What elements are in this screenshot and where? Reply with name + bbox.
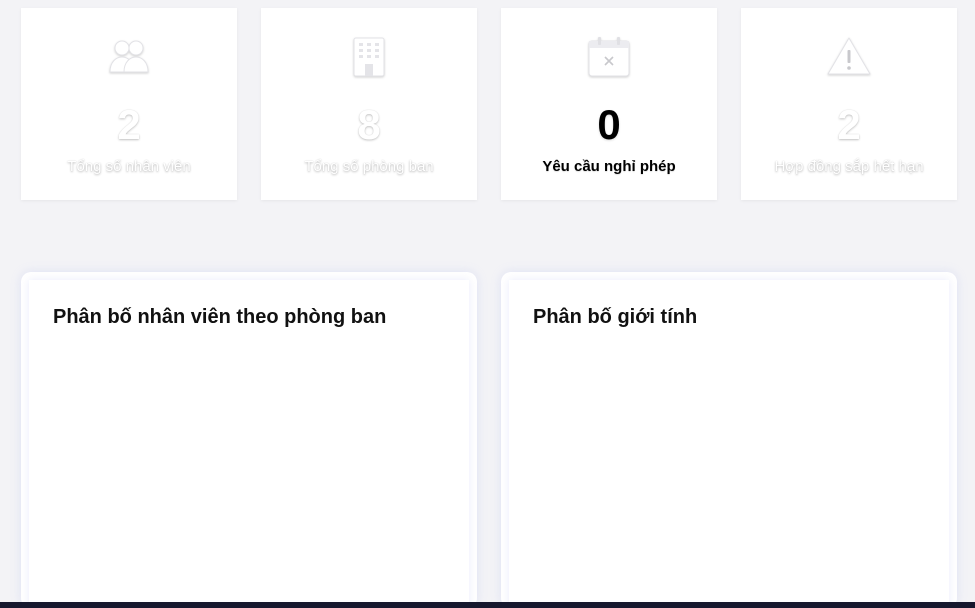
panel-body: Phân bố nhân viên theo phòng ban bbox=[29, 280, 469, 608]
stat-value: 0 bbox=[597, 101, 621, 148]
department-distribution-panel: Phân bố nhân viên theo phòng ban bbox=[21, 272, 477, 608]
panel-title: Phân bố nhân viên theo phòng ban bbox=[53, 306, 387, 328]
panel-title: Phân bố giới tính bbox=[533, 306, 698, 328]
building-icon bbox=[261, 36, 477, 80]
stat-card-expiring-contracts[interactable]: 2 Hợp đồng sắp hết hạn bbox=[741, 8, 957, 200]
bottom-bar bbox=[0, 602, 975, 608]
stat-value: 2 bbox=[837, 101, 861, 148]
calendar-cancel-icon bbox=[501, 36, 717, 80]
stat-value: 2 bbox=[117, 101, 141, 148]
stats-row: 2 Tổng số nhân viên 8 Tổng số phòng ban bbox=[21, 8, 957, 200]
stat-card-leave-requests[interactable]: 0 Yêu cầu nghỉ phép bbox=[501, 8, 717, 200]
gender-chart-area bbox=[529, 350, 929, 598]
stat-card-departments[interactable]: 8 Tổng số phòng ban bbox=[261, 8, 477, 200]
stat-card-employees[interactable]: 2 Tổng số nhân viên bbox=[21, 8, 237, 200]
users-icon bbox=[21, 36, 237, 80]
warning-icon bbox=[741, 36, 957, 80]
stat-label: Tổng số phòng ban bbox=[304, 158, 434, 175]
gender-distribution-panel: Phân bố giới tính bbox=[501, 272, 957, 608]
stat-label: Yêu cầu nghỉ phép bbox=[542, 158, 676, 175]
stat-value: 8 bbox=[357, 101, 381, 148]
stat-label: Tổng số nhân viên bbox=[67, 158, 191, 175]
department-chart-area bbox=[49, 350, 449, 598]
stat-label: Hợp đồng sắp hết hạn bbox=[774, 158, 924, 175]
panel-body: Phân bố giới tính bbox=[509, 280, 949, 608]
